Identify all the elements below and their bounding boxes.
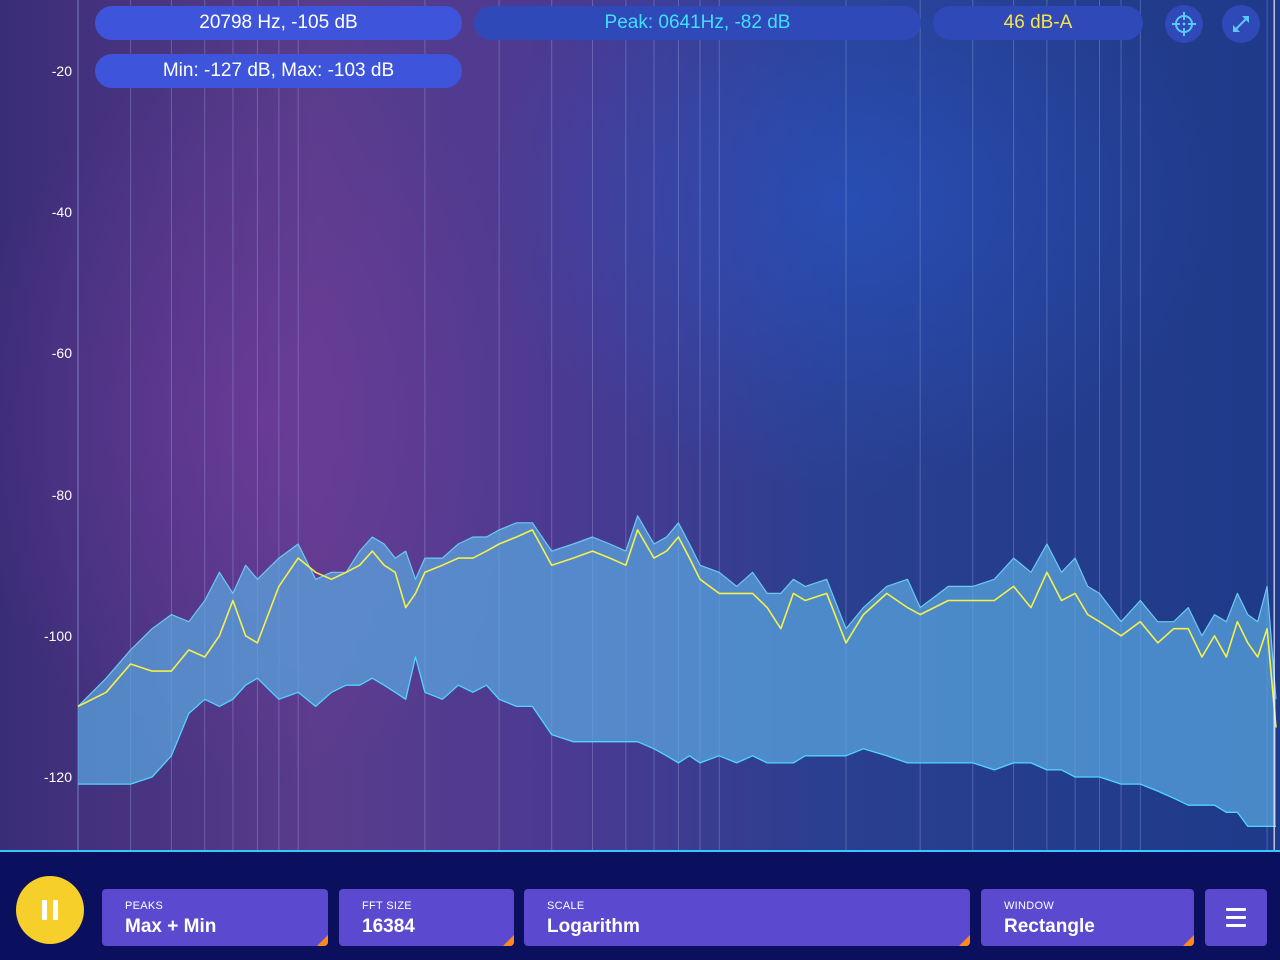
pause-button[interactable] <box>16 876 84 944</box>
spectrum-plot-area[interactable] <box>0 0 1280 850</box>
y-tick-label: -60 <box>51 345 72 362</box>
hamburger-menu-icon <box>1226 906 1246 930</box>
cursor-readout[interactable]: 20798 Hz, -105 dB <box>95 6 462 40</box>
window-caption: WINDOW <box>1004 900 1055 912</box>
y-tick-label: -20 <box>51 63 72 79</box>
window-button[interactable]: WINDOW Rectangle <box>981 889 1194 946</box>
window-value: Rectangle <box>1004 916 1095 937</box>
peaks-value: Max + Min <box>125 916 217 937</box>
scale-caption: SCALE <box>547 900 585 912</box>
fft-size-button[interactable]: FFT SIZE 16384 <box>339 889 514 946</box>
dropdown-corner-icon <box>1183 935 1194 946</box>
expand-button[interactable] <box>1222 5 1260 43</box>
menu-button[interactable] <box>1205 889 1267 946</box>
minmax-readout[interactable]: Min: -127 dB, Max: -103 dB <box>95 54 462 88</box>
dropdown-corner-icon <box>959 935 970 946</box>
dropdown-corner-icon <box>317 935 328 946</box>
peaks-caption: PEAKS <box>125 900 164 912</box>
pause-icon <box>39 900 61 920</box>
scale-value: Logarithm <box>547 916 640 937</box>
target-button[interactable] <box>1165 5 1203 43</box>
expand-icon <box>1233 16 1249 32</box>
fft-size-caption: FFT SIZE <box>362 900 412 912</box>
y-tick-label: -40 <box>51 204 72 221</box>
spectrum-chart[interactable] <box>0 0 1280 850</box>
crosshair-icon <box>1172 12 1196 36</box>
dropdown-corner-icon <box>503 935 514 946</box>
y-tick-label: -100 <box>43 627 72 644</box>
level-readout[interactable]: 46 dB-A <box>933 6 1143 40</box>
peaks-button[interactable]: PEAKS Max + Min <box>102 889 328 946</box>
scale-button[interactable]: SCALE Logarithm <box>524 889 970 946</box>
peak-readout[interactable]: Peak: 0641Hz, -82 dB <box>474 6 921 40</box>
y-tick-label: -80 <box>51 486 72 503</box>
y-tick-label: -120 <box>43 769 72 785</box>
fft-size-value: 16384 <box>362 916 415 937</box>
